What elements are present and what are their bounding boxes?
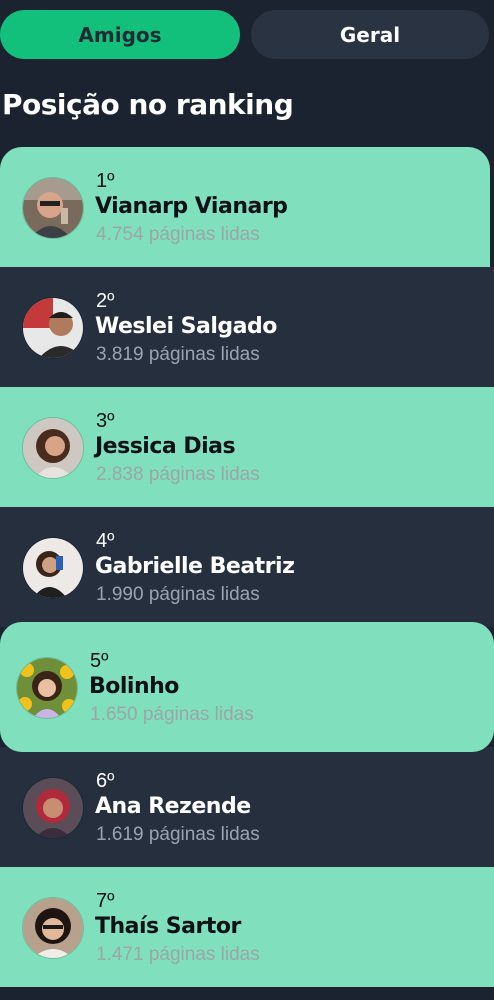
rank-number: 7º	[96, 890, 115, 912]
rank-number: 1º	[96, 170, 115, 192]
rank-number: 4º	[96, 530, 115, 552]
ranking-row[interactable]: 3º Jessica Dias 2.838 páginas lidas	[0, 387, 494, 507]
user-photo-icon	[23, 418, 83, 478]
user-name: Jessica Dias	[95, 434, 236, 459]
user-name: Gabrielle Beatriz	[95, 554, 295, 579]
avatar	[22, 417, 84, 479]
user-name: Bolinho	[89, 674, 179, 699]
user-name: Ana Rezende	[95, 794, 251, 819]
rank-number: 6º	[96, 770, 115, 792]
avatar	[22, 297, 84, 359]
ranking-row[interactable]: 1º Vianarp Vianarp 4.754 páginas lidas	[0, 147, 490, 267]
user-photo-icon	[23, 538, 83, 598]
pages-read: 1.471 páginas lidas	[96, 944, 260, 965]
pages-read: 1.619 páginas lidas	[96, 824, 260, 845]
tab-amigos[interactable]: Amigos	[0, 10, 240, 59]
avatar	[16, 657, 78, 719]
avatar	[22, 537, 84, 599]
tab-geral[interactable]: Geral	[251, 10, 489, 59]
user-name: Weslei Salgado	[95, 314, 277, 339]
user-photo-icon	[23, 898, 83, 958]
rank-number: 3º	[96, 410, 115, 432]
pages-read: 3.819 páginas lidas	[96, 344, 260, 365]
section-title: Posição no ranking	[2, 88, 294, 121]
ranking-row[interactable]: 6º Ana Rezende 1.619 páginas lidas	[0, 747, 494, 867]
pages-read: 2.838 páginas lidas	[96, 464, 260, 485]
user-name: Vianarp Vianarp	[95, 194, 288, 219]
rank-number: 2º	[96, 290, 115, 312]
ranking-row-current-user[interactable]: 5º Bolinho 1.650 páginas lidas	[0, 622, 494, 752]
pages-read: 4.754 páginas lidas	[96, 224, 260, 245]
avatar	[22, 777, 84, 839]
user-illustration-icon	[17, 658, 77, 718]
rank-number: 5º	[90, 650, 109, 672]
ranking-row[interactable]: 4º Gabrielle Beatriz 1.990 páginas lidas	[0, 507, 494, 627]
ranking-tabs: Amigos Geral	[0, 10, 494, 59]
user-photo-icon	[23, 178, 83, 238]
avatar	[22, 897, 84, 959]
pages-read: 1.650 páginas lidas	[90, 704, 254, 725]
user-photo-icon	[23, 298, 83, 358]
ranking-row[interactable]: 7º Thaís Sartor 1.471 páginas lidas	[0, 867, 494, 987]
ranking-list: 1º Vianarp Vianarp 4.754 páginas lidas 2…	[0, 147, 494, 987]
ranking-row[interactable]: 2º Weslei Salgado 3.819 páginas lidas	[0, 267, 494, 387]
user-name: Thaís Sartor	[95, 914, 241, 939]
user-photo-icon	[23, 778, 83, 838]
avatar	[22, 177, 84, 239]
pages-read: 1.990 páginas lidas	[96, 584, 260, 605]
